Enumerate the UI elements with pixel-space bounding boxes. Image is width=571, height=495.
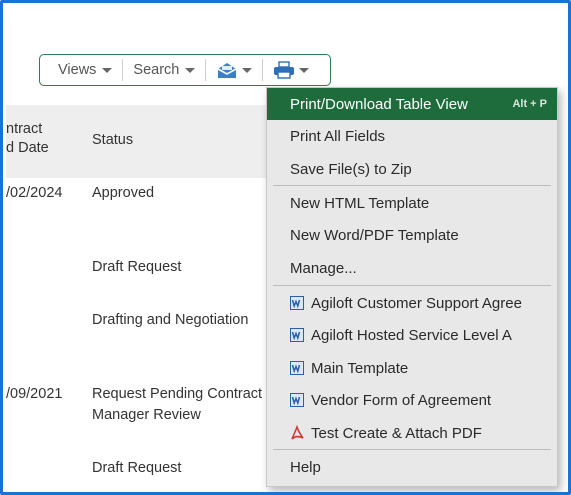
menu-item-template-test-create-attach-pdf[interactable]: Test Create & Attach PDF bbox=[267, 417, 557, 449]
column-header-line: ntract bbox=[6, 121, 43, 137]
menu-item-template-vendor-form[interactable]: Vendor Form of Agreement bbox=[267, 384, 557, 416]
table-cell-status: Manager Review bbox=[92, 407, 201, 423]
column-header-status[interactable]: Status bbox=[92, 131, 133, 150]
table-cell-status: Draft Request bbox=[92, 259, 182, 275]
menu-item-label: Save File(s) to Zip bbox=[290, 160, 412, 178]
menu-item-template-agiloft-customer-support[interactable]: Agiloft Customer Support Agree bbox=[267, 287, 557, 319]
menu-item-label: Print/Download Table View bbox=[290, 95, 468, 113]
menu-item-label: Help bbox=[290, 458, 321, 476]
menu-item-label: New Word/PDF Template bbox=[290, 226, 459, 244]
menu-item-label: Main Template bbox=[311, 359, 409, 377]
views-dropdown[interactable]: Views bbox=[48, 59, 122, 81]
open-envelope-icon bbox=[217, 63, 237, 78]
table-cell-status: Drafting and Negotiation bbox=[92, 312, 249, 328]
email-dropdown[interactable] bbox=[206, 61, 262, 79]
menu-divider bbox=[273, 185, 551, 186]
menu-item-label: Vendor Form of Agreement bbox=[311, 391, 492, 409]
menu-item-save-files-to-zip[interactable]: Save File(s) to Zip bbox=[267, 153, 557, 185]
menu-item-template-main[interactable]: Main Template bbox=[267, 352, 557, 384]
menu-divider bbox=[273, 285, 551, 286]
menu-item-label: Test Create & Attach PDF bbox=[311, 424, 482, 442]
word-doc-icon bbox=[290, 296, 304, 310]
menu-item-print-all-fields[interactable]: Print All Fields bbox=[267, 120, 557, 152]
column-header-contract-date[interactable]: ntract d Date bbox=[6, 120, 66, 158]
word-doc-icon bbox=[290, 328, 304, 342]
menu-item-label: Manage... bbox=[290, 259, 357, 277]
table-cell-date: /09/2021 bbox=[6, 386, 63, 402]
table-cell-status: Approved bbox=[92, 185, 155, 201]
word-doc-icon bbox=[290, 393, 304, 407]
table-cell-date: /02/2024 bbox=[6, 185, 63, 201]
menu-item-label: Agiloft Hosted Service Level A bbox=[311, 326, 512, 344]
printer-icon bbox=[274, 61, 295, 79]
menu-item-label: Agiloft Customer Support Agree bbox=[311, 294, 522, 312]
column-header-line: d Date bbox=[6, 140, 49, 156]
word-doc-icon bbox=[290, 361, 304, 375]
chevron-down-icon bbox=[102, 67, 113, 73]
search-label: Search bbox=[133, 62, 180, 78]
chevron-down-icon bbox=[299, 67, 310, 73]
search-dropdown[interactable]: Search bbox=[123, 59, 205, 81]
menu-item-print-download-table-view[interactable]: Print/Download Table View Alt + P bbox=[267, 88, 557, 120]
print-menu: Print/Download Table View Alt + P Print … bbox=[266, 87, 558, 487]
menu-item-label: Print All Fields bbox=[290, 127, 386, 145]
menu-divider bbox=[273, 449, 551, 450]
chevron-down-icon bbox=[185, 67, 196, 73]
menu-item-label: New HTML Template bbox=[290, 194, 430, 212]
table-cell-status: Draft Request bbox=[92, 460, 182, 476]
keyboard-shortcut: Alt + P bbox=[512, 98, 547, 110]
table-header-row: ntract d Date Status bbox=[6, 105, 268, 178]
menu-item-new-word-pdf-template[interactable]: New Word/PDF Template bbox=[267, 219, 557, 251]
menu-item-manage[interactable]: Manage... bbox=[267, 252, 557, 284]
print-dropdown[interactable] bbox=[263, 61, 319, 79]
menu-item-template-agiloft-hosted-service[interactable]: Agiloft Hosted Service Level A bbox=[267, 319, 557, 351]
views-label: Views bbox=[58, 62, 97, 78]
table-cell-status: Request Pending Contract bbox=[92, 386, 263, 402]
pdf-icon bbox=[291, 425, 304, 440]
menu-item-new-html-template[interactable]: New HTML Template bbox=[267, 187, 557, 219]
toolbar: Views Search bbox=[39, 54, 331, 86]
screenshot-frame: Views Search ntract d Date Status /02/20… bbox=[0, 0, 571, 495]
chevron-down-icon bbox=[242, 67, 253, 73]
menu-item-help[interactable]: Help bbox=[267, 451, 557, 483]
